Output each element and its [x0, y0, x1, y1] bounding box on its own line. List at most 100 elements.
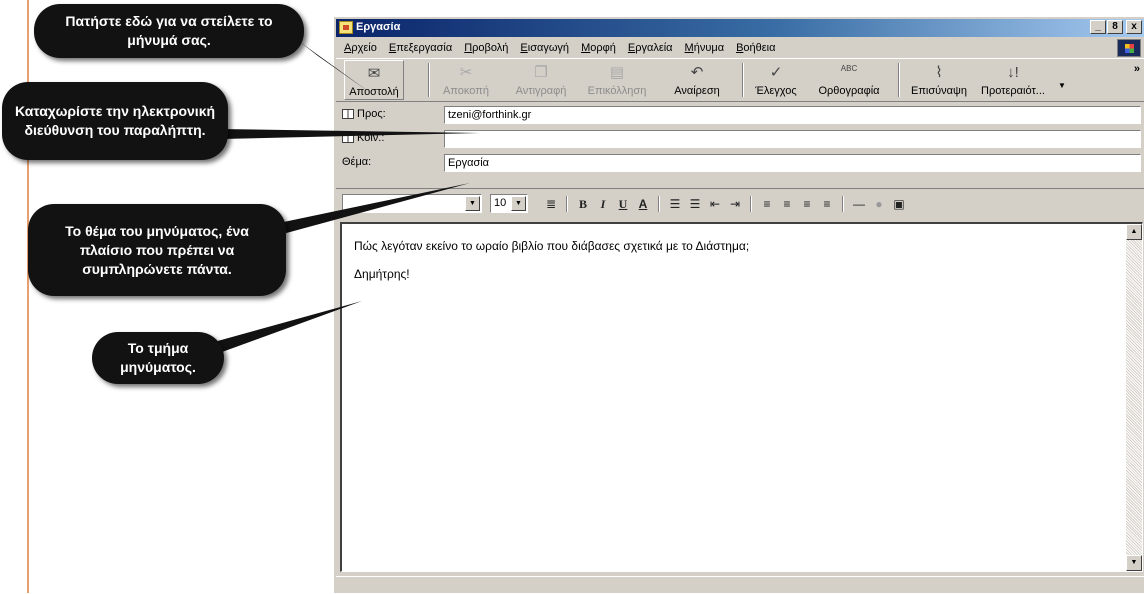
new-message-window: Εργασία _ 8 x Αρχείο Επεξεργασία Προβολή… [333, 16, 1144, 593]
font-size-value: 10 [494, 197, 507, 209]
menu-tools[interactable]: Εργαλεία [628, 42, 673, 54]
toolbar-separator [742, 63, 744, 97]
attach-button[interactable]: ⌇ Επισύναψη [908, 60, 970, 100]
italic-button[interactable]: I [594, 196, 612, 212]
body-line: Δημήτρης! [354, 267, 410, 281]
address-book-icon [342, 133, 354, 143]
underline-button[interactable]: U [614, 196, 632, 212]
check-label: Έλεγχος [755, 85, 797, 97]
cc-label-button[interactable]: Κοιν.: [342, 132, 384, 144]
cut-label: Αποκοπή [443, 85, 489, 97]
toolbar-more-chevron-icon[interactable]: » [1134, 63, 1140, 75]
send-button[interactable]: ✉ Αποστολή [344, 60, 404, 100]
to-field[interactable] [444, 106, 1141, 124]
decrease-indent-icon[interactable]: ⇤ [706, 196, 724, 212]
subject-callout: Το θέμα του μηνύματος, ένα πλαίσιο που π… [28, 204, 286, 296]
check-names-button[interactable]: ✓ Έλεγχος [750, 60, 802, 100]
align-left-icon[interactable]: ≡ [758, 196, 776, 212]
menu-help[interactable]: Βοήθεια [736, 42, 775, 54]
font-color-button[interactable]: A [634, 196, 652, 212]
menu-view[interactable]: Προβολή [464, 42, 508, 54]
window-controls: _ 8 x [1090, 20, 1142, 34]
close-button[interactable]: x [1126, 20, 1142, 34]
copy-icon: ❐ [534, 64, 548, 81]
menu-message[interactable]: Μήνυμα [685, 42, 725, 54]
font-size-select[interactable]: 10 ▼ [490, 194, 528, 213]
undo-icon: ↶ [690, 64, 704, 81]
body-line: Πώς λεγόταν εκείνο το ωραίο βιβλίο που δ… [354, 239, 750, 253]
send-callout: Πατήστε εδώ για να στείλετε το μήνυμά σα… [34, 4, 304, 58]
increase-indent-icon[interactable]: ⇥ [726, 196, 744, 212]
justify-icon[interactable]: ≡ [818, 196, 836, 212]
message-header: Προς: Κοιν.: Θέμα: [336, 103, 1144, 189]
insert-picture-icon[interactable]: ▣ [890, 196, 908, 212]
paperclip-icon: ⌇ [935, 64, 943, 81]
spelling-icon: ABC [840, 64, 858, 73]
cut-button[interactable]: ✂ Αποκοπή [436, 60, 496, 100]
cc-label: Κοιν.: [357, 132, 385, 144]
toolbar-separator [842, 196, 844, 212]
numbered-list-icon[interactable]: ☰ [666, 196, 684, 212]
spelling-label: Ορθογραφία [818, 85, 880, 97]
menu-file[interactable]: Αρχείο [344, 42, 377, 54]
font-name-select[interactable]: ▼ [342, 194, 482, 213]
priority-button[interactable]: ↓! Προτεραιότ... [976, 60, 1050, 100]
minimize-button[interactable]: _ [1090, 20, 1106, 34]
scroll-up-icon[interactable]: ▲ [1126, 224, 1142, 240]
toolbar-separator [566, 196, 568, 212]
chevron-down-icon[interactable]: ▼ [465, 196, 480, 211]
align-center-icon[interactable]: ≡ [778, 196, 796, 212]
to-label: Προς: [357, 108, 386, 120]
undo-button[interactable]: ↶ Αναίρεση [668, 60, 726, 100]
new-message-icon [339, 21, 353, 34]
cc-field[interactable] [444, 130, 1141, 148]
priority-label: Προτεραιότ... [981, 85, 1045, 97]
priority-dropdown-arrow[interactable]: ▼ [1058, 81, 1066, 90]
bullet-list-icon[interactable]: ☰ [686, 196, 704, 212]
status-bar [336, 576, 1144, 594]
menu-bar: Αρχείο Επεξεργασία Προβολή Εισαγωγή Μορφ… [336, 38, 1144, 57]
address-book-icon [342, 109, 354, 119]
formatting-toolbar: ▼ 10 ▼ ≣ B I U A ☰ ☰ ⇤ ⇥ ≡ ≡ ≡ ≡ — ● ▣ [336, 191, 1144, 217]
window-title: Εργασία [356, 21, 401, 33]
vertical-scrollbar[interactable]: ▲ ▼ [1126, 224, 1142, 571]
check-names-icon: ✓ [769, 64, 783, 81]
message-body-text: Πώς λεγόταν εκείνο το ωραίο βιβλίο που δ… [354, 238, 749, 294]
send-icon: ✉ [367, 65, 381, 82]
chevron-down-icon[interactable]: ▼ [511, 196, 526, 211]
paragraph-style-icon[interactable]: ≣ [542, 196, 560, 212]
message-body[interactable]: Πώς λεγόταν εκείνο το ωραίο βιβλίο που δ… [340, 222, 1143, 572]
subject-label: Θέμα: [342, 156, 372, 168]
toolbar-separator [750, 196, 752, 212]
menu-edit[interactable]: Επεξεργασία [389, 42, 452, 54]
send-label: Αποστολή [349, 86, 399, 98]
bold-button[interactable]: B [574, 196, 592, 212]
undo-label: Αναίρεση [674, 85, 720, 97]
copy-button[interactable]: ❐ Αντιγραφή [508, 60, 574, 100]
menu-insert[interactable]: Εισαγωγή [520, 42, 569, 54]
recipient-callout: Καταχωρίστε την ηλεκτρονική διεύθυνση το… [2, 82, 228, 160]
align-right-icon[interactable]: ≡ [798, 196, 816, 212]
hyperlink-icon[interactable]: ● [870, 196, 888, 212]
priority-icon: ↓! [1007, 64, 1019, 81]
subject-field[interactable] [444, 154, 1141, 172]
horizontal-line-icon[interactable]: — [850, 196, 868, 212]
toolbar-separator [658, 196, 660, 212]
toolbar-separator [898, 63, 900, 97]
title-bar: Εργασία _ 8 x [336, 19, 1144, 37]
standard-toolbar: ✉ Αποστολή ✂ Αποκοπή ❐ Αντιγραφή ▤ Επικό… [336, 58, 1144, 102]
maximize-button[interactable]: 8 [1107, 20, 1123, 34]
toolbar-separator [428, 63, 430, 97]
body-callout: Το τμήμα μηνύματος. [92, 332, 224, 384]
attach-label: Επισύναψη [911, 85, 967, 97]
copy-label: Αντιγραφή [515, 85, 567, 97]
menu-format[interactable]: Μορφή [581, 42, 616, 54]
paste-label: Επικόλληση [587, 85, 647, 97]
paste-icon: ▤ [609, 64, 625, 81]
scissors-icon: ✂ [459, 64, 473, 81]
paste-button[interactable]: ▤ Επικόλληση [584, 60, 650, 100]
scroll-down-icon[interactable]: ▼ [1126, 555, 1142, 571]
spelling-button[interactable]: ABC Ορθογραφία [814, 60, 884, 100]
windows-logo-icon [1117, 39, 1141, 57]
to-label-button[interactable]: Προς: [342, 108, 386, 120]
